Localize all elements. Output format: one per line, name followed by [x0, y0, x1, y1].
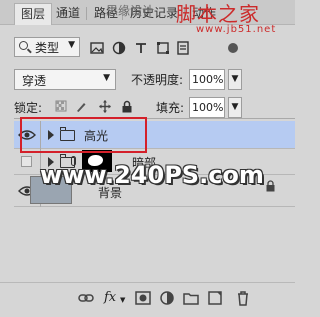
blend-mode-value: 穿透	[22, 74, 47, 88]
layers-panel: 图层 通道 路径 历史记录 动作 思缘设计 脚本之家 www.jb51.net …	[0, 0, 295, 317]
image-filter-icon[interactable]	[90, 41, 104, 55]
blend-mode-select[interactable]: 穿透 ▼	[14, 69, 116, 90]
opacity-dropdown-button[interactable]: ▼	[228, 69, 242, 90]
delete-icon[interactable]	[234, 289, 252, 307]
highlight-annotation-box	[20, 117, 147, 153]
site-watermark-large: www.240PS.com	[40, 161, 264, 189]
chevron-down-icon: ▼	[103, 73, 110, 83]
chevron-down-icon: ▼	[231, 74, 239, 84]
lock-label: 锁定:	[14, 101, 43, 115]
new-layer-icon[interactable]	[206, 289, 224, 307]
layers-bottom-toolbar: fx ▼	[0, 282, 295, 317]
filter-toggle-icon[interactable]	[226, 41, 240, 55]
fill-label: 填充:	[156, 101, 185, 115]
visibility-toggle[interactable]	[21, 156, 32, 167]
link-icon[interactable]	[77, 289, 95, 307]
filter-type-label: 类型	[35, 41, 60, 55]
chevron-down-icon: ▼	[231, 102, 239, 112]
lock-pixels-icon[interactable]	[55, 100, 67, 113]
lock-all-icon[interactable]	[121, 100, 133, 113]
filter-type-select[interactable]: 类型 ▼	[14, 37, 80, 57]
group-icon[interactable]	[182, 289, 200, 307]
panel-tab-bar: 图层 通道 路径 历史记录 动作 思缘设计 脚本之家	[0, 0, 295, 26]
opacity-label: 不透明度:	[131, 73, 184, 87]
lock-image-icon[interactable]	[75, 100, 87, 113]
lock-icon	[266, 180, 275, 192]
filter-search-icon	[19, 41, 28, 50]
tab-layers[interactable]: 图层	[14, 3, 53, 25]
text-filter-icon[interactable]	[134, 41, 148, 55]
site-logo: 脚本之家	[176, 2, 260, 26]
smart-object-filter-icon[interactable]	[176, 41, 190, 55]
fx-icon[interactable]: fx	[104, 290, 116, 305]
tab-channels[interactable]: 通道	[50, 3, 86, 24]
shape-filter-icon[interactable]	[156, 41, 170, 55]
site-watermark: 思缘设计	[106, 4, 155, 18]
fill-field[interactable]: 100%	[189, 97, 225, 118]
tab-divider	[86, 7, 87, 20]
lock-position-icon[interactable]	[99, 100, 111, 113]
adjustment-filter-icon[interactable]	[112, 41, 126, 55]
chevron-down-icon: ▼	[68, 40, 75, 50]
chevron-down-icon: ▼	[120, 296, 126, 304]
mask-icon[interactable]	[134, 289, 152, 307]
adjustment-icon[interactable]	[158, 289, 176, 307]
opacity-field[interactable]: 100%	[189, 69, 225, 90]
fill-dropdown-button[interactable]: ▼	[228, 97, 242, 118]
filter-row: 类型 ▼	[0, 34, 295, 64]
